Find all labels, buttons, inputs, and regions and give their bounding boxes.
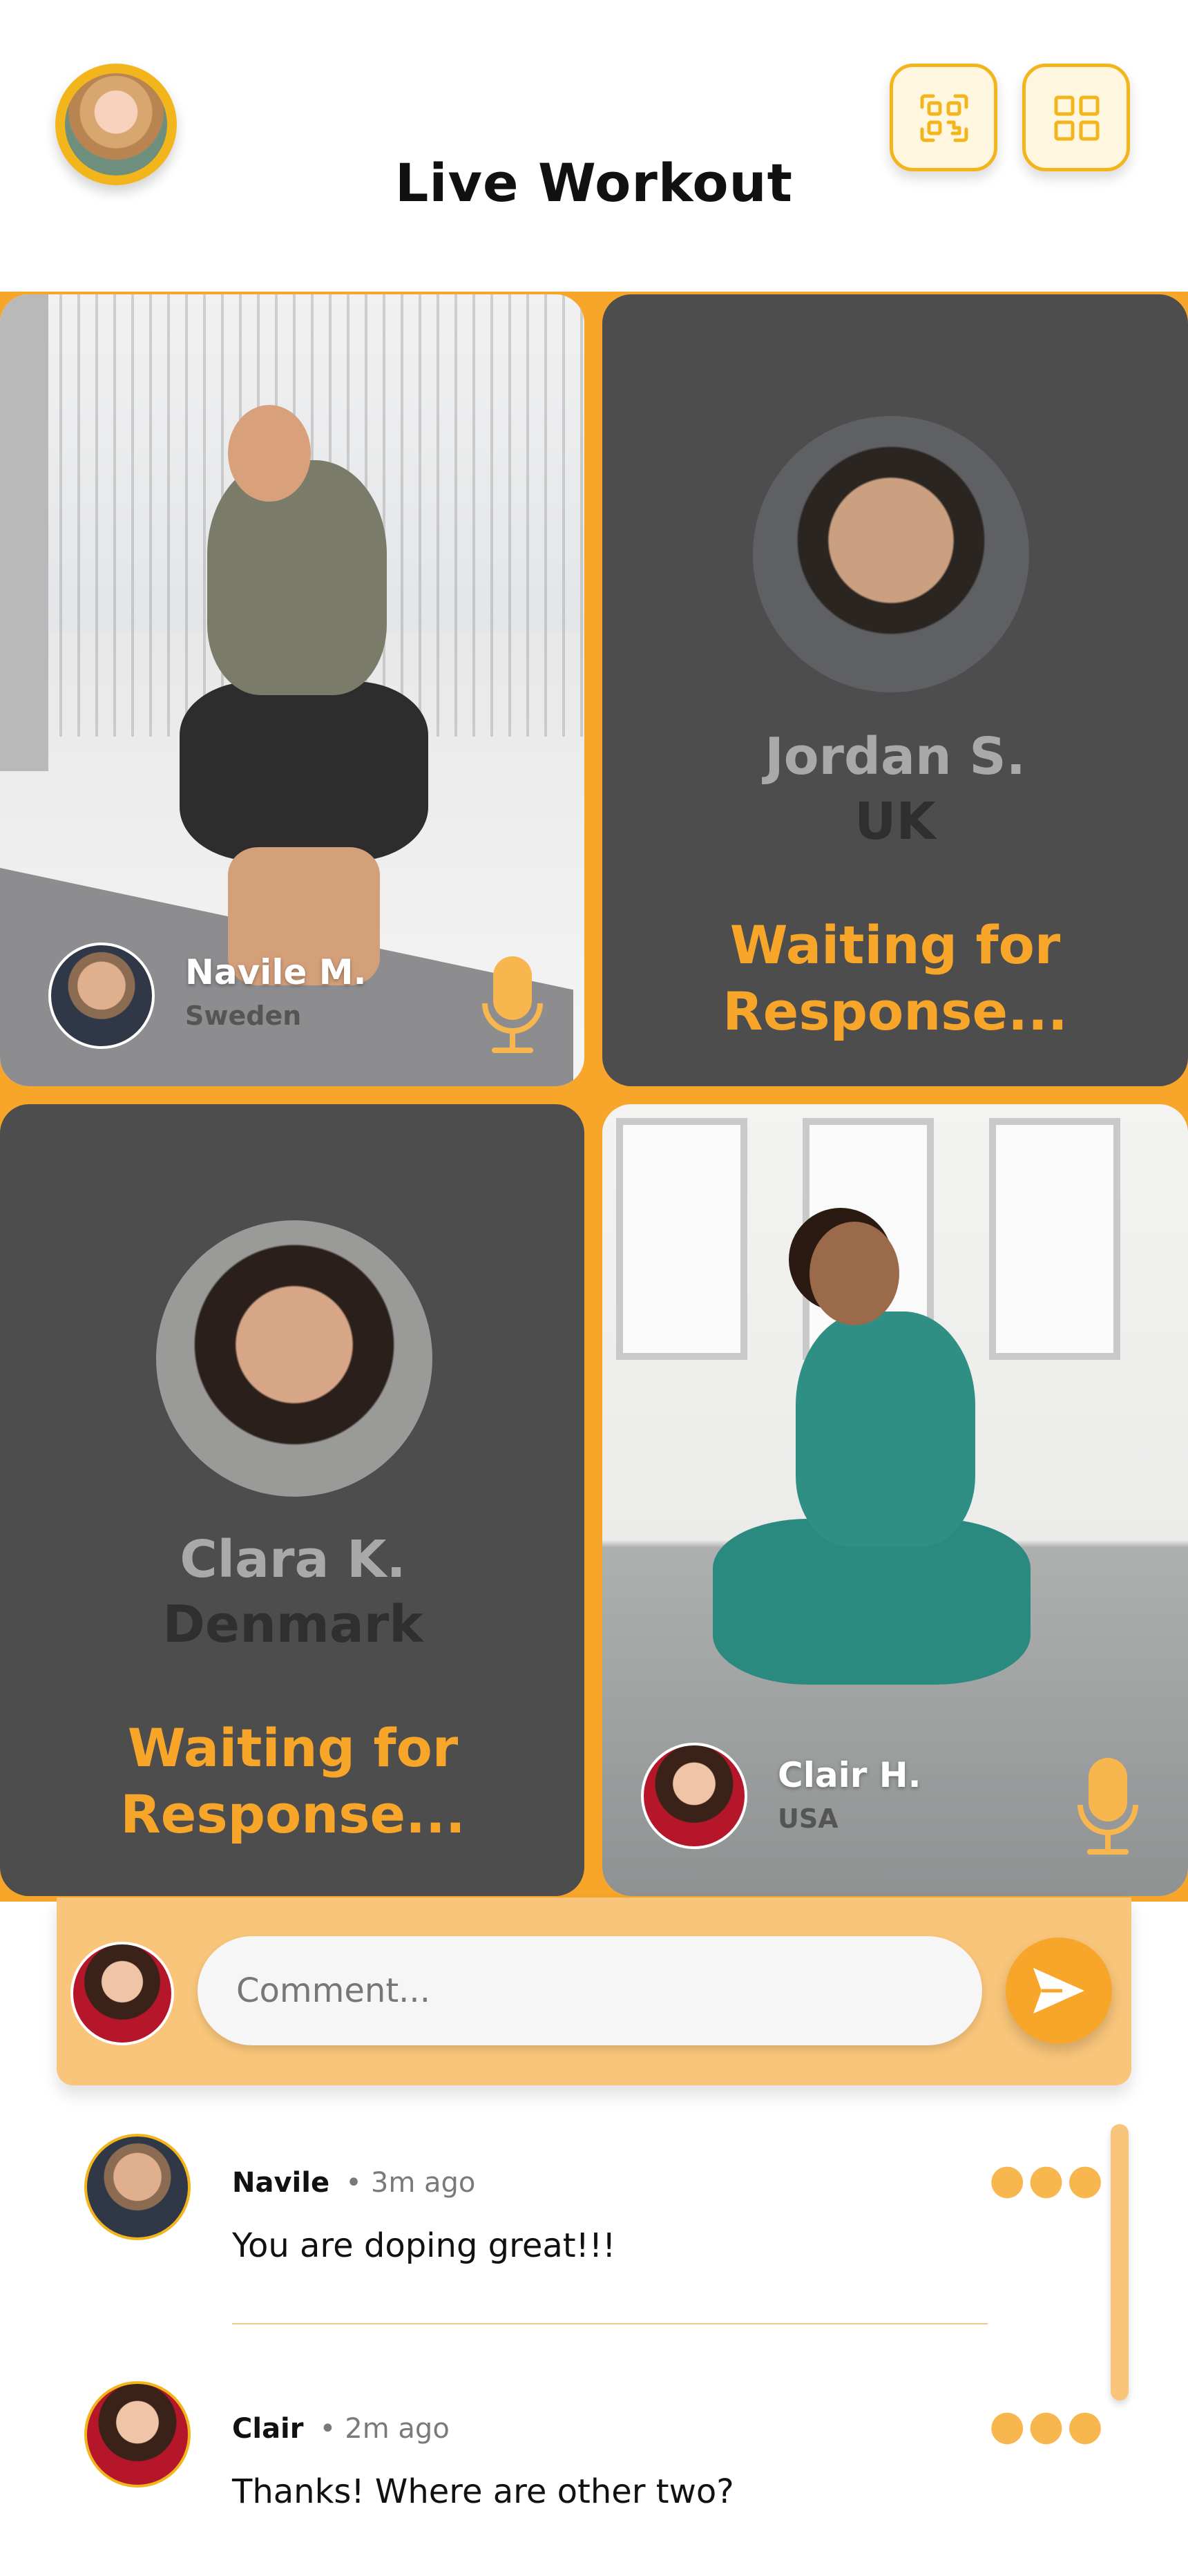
participant-avatar-clara [156,1220,432,1497]
comment-time: 3m ago [370,2167,476,2199]
participant-name: Jordan S. [765,727,1026,786]
comment-user-avatar [70,1942,174,2045]
comments-scrollbar[interactable] [1111,2124,1129,2400]
grid-icon [1054,95,1100,141]
participant-name: Clair H. [778,1755,921,1795]
comment-header: Clair • 2m ago [232,2413,450,2445]
send-button[interactable] [1006,1938,1112,2044]
comment-text: Thanks! Where are other two? [232,2472,734,2511]
comment-time-separator: • [345,2167,362,2199]
more-options-icon[interactable]: ●●● [989,2405,1106,2446]
comment-input[interactable] [198,1936,982,2045]
waiting-status-line1: Waiting for [729,914,1061,976]
layout-grid-button[interactable] [1022,64,1130,171]
more-options-icon[interactable]: ●●● [989,2159,1106,2200]
waiting-status-line1: Waiting for [127,1717,459,1779]
comment-divider [232,2323,988,2324]
comment-header: Navile • 3m ago [232,2167,475,2199]
participant-country: Denmark [162,1595,423,1654]
qr-scan-icon [920,94,968,142]
qr-scan-button[interactable] [890,64,997,171]
send-icon [1033,1968,1084,2014]
microphone-icon[interactable] [478,954,547,1057]
waiting-status: Waiting for Response... [602,912,1188,1045]
comment-time-separator: • [319,2413,336,2445]
participant-avatar-navile [48,943,155,1049]
page-title: Live Workout [395,152,793,214]
participant-country: USA [778,1803,839,1834]
participant-country: Sweden [185,1001,302,1031]
waiting-status-line2: Response... [722,981,1068,1042]
comment-author: Clair [232,2413,304,2445]
waiting-status: Waiting for Response... [0,1715,586,1848]
participant-name: Clara K. [180,1530,406,1589]
comment-text: You are doping great!!! [232,2226,616,2265]
comment-author-avatar [84,2381,191,2488]
microphone-icon[interactable] [1073,1755,1142,1859]
comment-author: Navile [232,2167,330,2199]
waiting-status-line2: Response... [120,1783,466,1845]
participant-avatar-clair [641,1743,747,1849]
participant-avatar-jordan [753,416,1029,692]
comment-author-avatar [84,2134,191,2240]
participant-name: Navile M. [185,952,367,992]
participant-country: UK [854,792,936,851]
comment-time: 2m ago [345,2413,450,2445]
